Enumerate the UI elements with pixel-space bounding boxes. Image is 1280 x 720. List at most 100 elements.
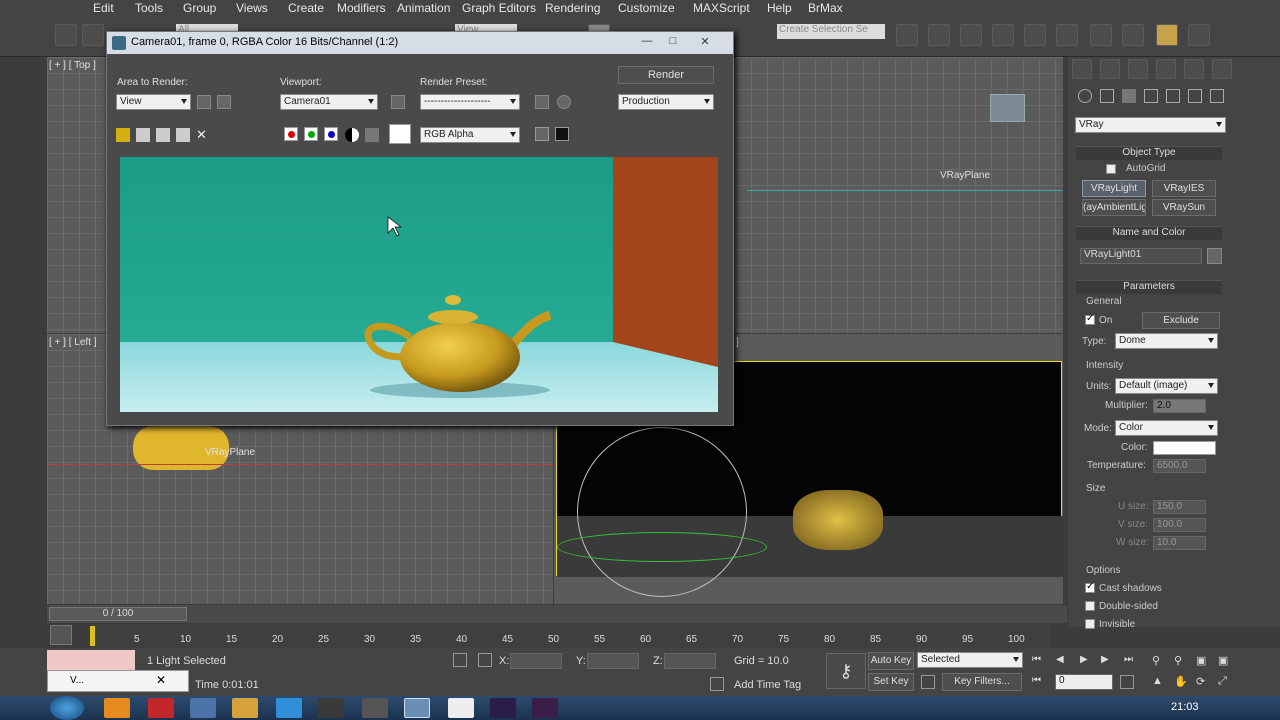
name-color-rollout[interactable]: Name and Color <box>1076 226 1222 240</box>
object-color-swatch[interactable] <box>1207 248 1222 264</box>
y-coord-field[interactable] <box>587 653 639 669</box>
prev-frame-icon[interactable]: ◀ <box>1056 654 1070 668</box>
key-filters-button[interactable]: Key Filters... <box>942 673 1022 691</box>
z-coord-field[interactable] <box>664 653 716 669</box>
edit-region-icon[interactable] <box>197 95 211 109</box>
menu-group[interactable]: Group <box>183 1 216 15</box>
overlay-toggle-icon[interactable] <box>555 127 569 141</box>
clone-frame-icon[interactable] <box>156 128 170 142</box>
motion-tab-icon[interactable] <box>1156 59 1176 79</box>
goto-end-icon[interactable]: ⏭ <box>1124 654 1138 668</box>
blue-channel-toggle[interactable] <box>324 127 338 141</box>
menu-tools[interactable]: Tools <box>135 1 163 15</box>
usize-spinner[interactable]: 150.0 <box>1153 500 1206 514</box>
pan-icon[interactable]: ✋ <box>1174 675 1188 689</box>
vsize-spinner[interactable]: 100.0 <box>1153 518 1206 532</box>
render-production-icon[interactable] <box>1188 24 1210 46</box>
render-button[interactable]: Render <box>618 66 714 84</box>
undo-icon[interactable] <box>55 24 77 46</box>
invisible-checkbox[interactable] <box>1085 619 1095 629</box>
track-bar[interactable]: 5 10 15 20 25 30 35 40 45 50 55 60 65 70 75 80 85 90 95 100 <box>90 624 1050 648</box>
ribbon-icon[interactable] <box>992 24 1014 46</box>
maximize-button[interactable]: □ <box>663 35 683 49</box>
goto-start-icon[interactable]: ⏮ <box>1032 654 1046 668</box>
render-setup-small-icon[interactable] <box>535 95 549 109</box>
menu-modifiers[interactable]: Modifiers <box>337 1 386 15</box>
copy-image-icon[interactable] <box>136 128 150 142</box>
menu-edit[interactable]: Edit <box>93 1 114 15</box>
double-sided-checkbox[interactable] <box>1085 601 1095 611</box>
x-coord-field[interactable] <box>510 653 562 669</box>
alpha-channel-toggle[interactable] <box>345 128 359 142</box>
units-combo[interactable]: Default (image) <box>1115 378 1218 394</box>
spacewarps-icon[interactable] <box>1188 89 1202 103</box>
exclude-button[interactable]: Exclude <box>1142 312 1220 329</box>
autogrid-checkbox[interactable] <box>1106 164 1116 174</box>
menu-customize[interactable]: Customize <box>618 1 675 15</box>
taskbar-app-5[interactable] <box>276 698 302 718</box>
lock-icon[interactable] <box>391 95 405 109</box>
auto-key-button[interactable]: Auto Key <box>868 652 914 670</box>
menu-maxscript[interactable]: MAXScript <box>693 1 750 15</box>
swatch-color[interactable] <box>389 124 411 144</box>
zoom-all-icon[interactable]: ⚲ <box>1174 654 1188 668</box>
zoom-icon[interactable]: ⚲ <box>1152 654 1166 668</box>
menu-help[interactable]: Help <box>767 1 792 15</box>
align-icon[interactable] <box>928 24 950 46</box>
create-tab-icon[interactable] <box>1072 59 1092 79</box>
taskbar-app-1[interactable] <box>104 698 130 718</box>
preset-combo[interactable]: -------------------- <box>420 94 520 110</box>
layer-icon[interactable] <box>960 24 982 46</box>
temperature-spinner[interactable]: 6500.0 <box>1153 459 1206 473</box>
object-name-field[interactable]: VRayLight01 <box>1080 248 1202 264</box>
vraysun-button[interactable]: VRaySun <box>1152 199 1216 216</box>
save-image-icon[interactable] <box>116 128 130 142</box>
type-combo[interactable]: Dome <box>1115 333 1218 349</box>
zoom-extents-icon[interactable]: ▣ <box>1196 654 1210 668</box>
next-frame-icon[interactable]: ▶ <box>1101 654 1115 668</box>
absolute-mode-icon[interactable] <box>478 653 492 667</box>
light-color-swatch[interactable] <box>1153 441 1216 455</box>
schematic-icon[interactable] <box>1056 24 1078 46</box>
key-mode-toggle-icon[interactable]: ⏮ <box>1032 675 1046 689</box>
geometry-icon[interactable] <box>1078 89 1092 103</box>
taskbar-app-4[interactable] <box>232 698 258 718</box>
object-type-rollout[interactable]: Object Type <box>1076 146 1222 160</box>
taskbar-app-6[interactable] <box>318 698 344 718</box>
minimize-button[interactable]: — <box>637 35 657 49</box>
helpers-icon[interactable] <box>1166 89 1180 103</box>
green-channel-toggle[interactable] <box>304 127 318 141</box>
curve-editor-icon[interactable] <box>1024 24 1046 46</box>
multiplier-spinner[interactable]: 2.0 <box>1153 399 1206 413</box>
menu-animation[interactable]: Animation <box>397 1 450 15</box>
vrayambientlight-button[interactable]: (ayAmbientLig <box>1082 199 1146 216</box>
render-frame-icon[interactable] <box>1156 24 1178 46</box>
render-setup-icon[interactable] <box>1122 24 1144 46</box>
menu-views[interactable]: Views <box>236 1 268 15</box>
viewport-top-label[interactable]: [ + ] [ Top ] <box>49 60 96 71</box>
key-mode-combo[interactable]: Selected <box>917 652 1023 668</box>
red-channel-toggle[interactable] <box>284 127 298 141</box>
zoom-extents-all-icon[interactable]: ▣ <box>1218 654 1232 668</box>
mini-curve-editor-icon[interactable] <box>50 625 72 645</box>
taskbar-app-7[interactable] <box>362 698 388 718</box>
display-tab-icon[interactable] <box>1184 59 1204 79</box>
menu-graph-editors[interactable]: Graph Editors <box>462 1 536 15</box>
parameters-rollout[interactable]: Parameters <box>1076 280 1222 294</box>
modify-tab-icon[interactable] <box>1100 59 1120 79</box>
close-button[interactable]: ✕ <box>695 35 715 49</box>
lights-icon[interactable] <box>1122 89 1136 103</box>
start-button[interactable] <box>50 696 84 720</box>
auto-region-icon[interactable] <box>217 95 231 109</box>
time-slider[interactable]: 0 / 100 <box>47 605 1067 623</box>
minimized-window[interactable]: V... ✕ <box>47 670 189 692</box>
field-of-view-icon[interactable]: ▲ <box>1152 675 1166 689</box>
maximize-viewport-icon[interactable]: ⤢ <box>1218 675 1232 689</box>
time-tag-icon[interactable] <box>710 677 724 691</box>
taskbar-app-aftereffects[interactable] <box>490 698 516 718</box>
wsize-spinner[interactable]: 10.0 <box>1153 536 1206 550</box>
menu-create[interactable]: Create <box>288 1 324 15</box>
clear-icon[interactable]: ✕ <box>196 128 210 142</box>
link-icon[interactable] <box>82 24 104 46</box>
taskbar-app-3[interactable] <box>190 698 216 718</box>
